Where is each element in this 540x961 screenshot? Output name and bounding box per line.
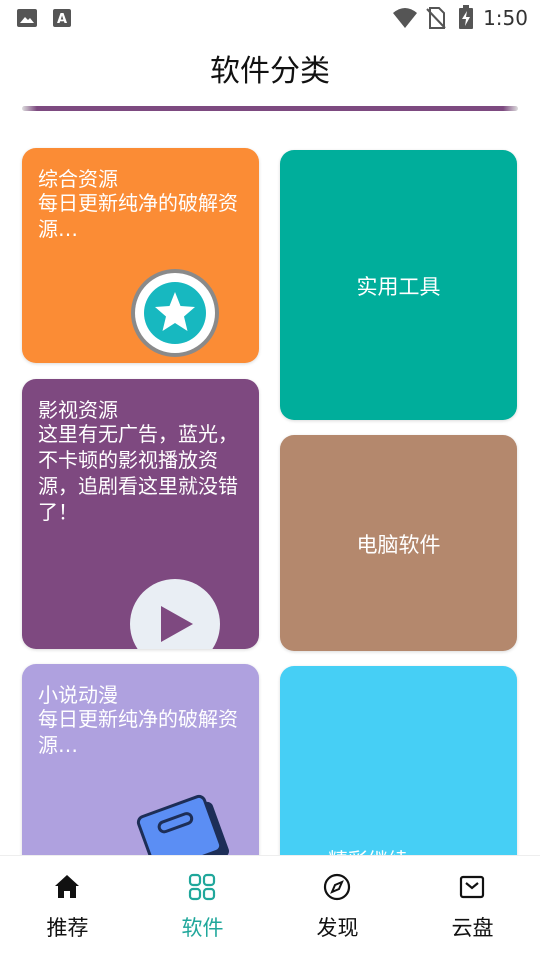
image-notification-icon [17, 9, 37, 27]
no-sim-icon [426, 7, 446, 29]
nav-label: 软件 [181, 916, 224, 940]
status-bar: A 1:50 [0, 0, 540, 36]
grid-icon [188, 873, 216, 901]
card-description: 这里有无广告，蓝光，不卡顿的影视播放资源，追剧看这里就没错了！ [38, 422, 238, 524]
inbox-icon [459, 875, 485, 899]
card-video-resources[interactable]: 影视资源 这里有无广告，蓝光，不卡顿的影视播放资源，追剧看这里就没错了！ [22, 379, 259, 649]
category-grid[interactable]: 综合资源 每日更新纯净的破解资源… 实用工具 影视资源 这里有无广告，蓝光，不卡… [0, 120, 540, 855]
svg-text:A: A [57, 12, 67, 27]
card-pc-software[interactable]: 电脑软件 [280, 435, 517, 651]
card-novel-anime[interactable]: 小说动漫 每日更新纯净的破解资源… [22, 664, 259, 855]
card-comprehensive-resources[interactable]: 综合资源 每日更新纯净的破解资源… [22, 148, 259, 363]
nav-label: 发现 [316, 916, 359, 940]
card-title: 小说动漫 [38, 683, 118, 707]
play-circle-icon [130, 579, 220, 649]
card-description: 每日更新纯净的破解资源… [38, 191, 238, 241]
book-icon [136, 794, 230, 855]
card-description: 每日更新纯净的破解资源… [38, 707, 238, 757]
nav-tab-software[interactable]: 软件 [135, 856, 270, 961]
nav-label: 推荐 [46, 916, 89, 940]
battery-charging-icon [459, 5, 473, 29]
status-time: 1:50 [483, 6, 528, 30]
nav-tab-recommend[interactable]: 推荐 [0, 856, 135, 961]
card-title: 影视资源 [38, 398, 118, 422]
compass-icon [323, 873, 351, 901]
card-practical-tools[interactable]: 实用工具 [280, 150, 517, 420]
nav-tab-discover[interactable]: 发现 [270, 856, 405, 961]
header-divider [22, 106, 518, 111]
nav-tab-cloud[interactable]: 云盘 [405, 856, 540, 961]
card-title: 综合资源 [38, 167, 118, 191]
card-title: 实用工具 [356, 275, 441, 299]
star-badge-icon [131, 269, 219, 357]
home-icon [55, 875, 79, 898]
text-notification-icon: A [53, 9, 71, 27]
wifi-icon [393, 8, 417, 28]
bottom-navigation: 推荐 软件 发现 云盘 [0, 855, 540, 961]
card-title: 精彩继续: [328, 844, 415, 855]
card-title: 电脑软件 [356, 533, 441, 557]
nav-label: 云盘 [451, 916, 494, 940]
page-title: 软件分类 [210, 54, 330, 89]
card-more-coming[interactable]: 精彩继续: [280, 666, 517, 855]
